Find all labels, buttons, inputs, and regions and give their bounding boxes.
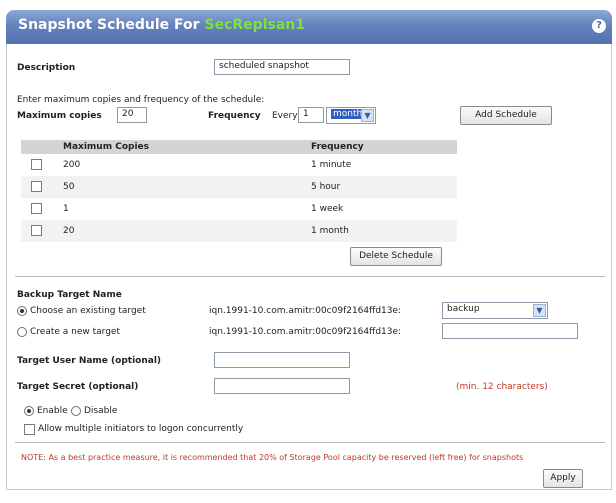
- section-divider: [15, 276, 605, 277]
- chevron-down-icon: ▼: [361, 109, 374, 122]
- disable-label: Disable: [84, 406, 118, 416]
- multi-initiator-label: Allow multiple initiators to logon concu…: [38, 424, 244, 434]
- target-user-input[interactable]: [214, 352, 350, 368]
- column-header-frequency: Frequency: [311, 142, 364, 152]
- schedule-instructions: Enter maximum copies and frequency of th…: [17, 95, 265, 105]
- row-frequency: 5 hour: [311, 182, 341, 192]
- backup-target-heading: Backup Target Name: [17, 290, 122, 300]
- disable-radio[interactable]: [71, 406, 81, 416]
- new-target-iqn: iqn.1991-10.com.amitr:00c09f2164ffd13e:: [209, 327, 402, 337]
- row-copies: 1: [63, 204, 69, 214]
- table-header: Maximum Copies Frequency: [21, 140, 457, 154]
- max-copies-label: Maximum copies: [17, 111, 102, 121]
- multi-initiator-checkbox[interactable]: [24, 424, 35, 435]
- row-checkbox[interactable]: [31, 159, 42, 170]
- existing-target-iqn: iqn.1991-10.com.amitr:00c09f2164ffd13e:: [209, 306, 402, 316]
- table-row: 50 5 hour: [21, 176, 457, 198]
- chevron-down-icon: ▼: [533, 304, 546, 317]
- frequency-unit-select[interactable]: month ▼: [326, 107, 376, 124]
- row-frequency: 1 week: [311, 204, 344, 214]
- existing-target-label: Choose an existing target: [30, 306, 146, 316]
- apply-button[interactable]: Apply: [543, 469, 583, 488]
- every-label: Every: [272, 111, 298, 121]
- target-user-label: Target User Name (optional): [17, 356, 162, 366]
- existing-target-radio[interactable]: [17, 306, 27, 316]
- dialog-title: Snapshot Schedule For SecReplsan1: [18, 17, 305, 33]
- column-header-max-copies: Maximum Copies: [63, 142, 149, 152]
- enable-label: Enable: [37, 406, 68, 416]
- row-frequency: 1 month: [311, 226, 349, 236]
- target-secret-label: Target Secret (optional): [17, 382, 139, 392]
- reservation-note: NOTE: As a best practice measure, it is …: [21, 453, 524, 462]
- row-checkbox[interactable]: [31, 203, 42, 214]
- description-input[interactable]: scheduled snapshot: [214, 59, 350, 75]
- table-row: 1 1 week: [21, 198, 457, 220]
- title-bar: Snapshot Schedule For SecReplsan1 ?: [6, 10, 612, 44]
- help-icon[interactable]: ?: [592, 19, 606, 33]
- new-target-radio[interactable]: [17, 327, 27, 337]
- target-secret-input[interactable]: [214, 378, 350, 394]
- snapshot-schedule-dialog: Snapshot Schedule For SecReplsan1 ? Descr…: [0, 0, 616, 503]
- new-target-label: Create a new target: [30, 327, 120, 337]
- existing-target-select[interactable]: backup ▼: [442, 302, 548, 319]
- title-prefix: Snapshot Schedule For: [18, 17, 200, 33]
- delete-schedule-button[interactable]: Delete Schedule: [350, 247, 442, 266]
- frequency-unit-value: month: [331, 109, 365, 119]
- row-copies: 50: [63, 182, 75, 192]
- row-checkbox[interactable]: [31, 225, 42, 236]
- row-copies: 200: [63, 160, 81, 170]
- frequency-label: Frequency: [208, 111, 261, 121]
- dialog-body: Description scheduled snapshot Enter max…: [6, 44, 612, 490]
- table-row: 200 1 minute: [21, 154, 457, 176]
- table-row: 20 1 month: [21, 220, 457, 242]
- row-frequency: 1 minute: [311, 160, 352, 170]
- new-target-input[interactable]: [442, 323, 578, 339]
- row-copies: 20: [63, 226, 75, 236]
- existing-target-value: backup: [447, 304, 480, 314]
- title-volume-name: SecReplsan1: [204, 17, 305, 33]
- every-input[interactable]: 1: [298, 107, 324, 123]
- description-label: Description: [17, 63, 76, 73]
- row-checkbox[interactable]: [31, 181, 42, 192]
- enable-radio[interactable]: [24, 406, 34, 416]
- secret-hint: (min. 12 characters): [456, 382, 548, 392]
- schedule-table: Maximum Copies Frequency 200 1 minute 50…: [21, 140, 457, 242]
- section-divider: [15, 442, 605, 443]
- add-schedule-button[interactable]: Add Schedule: [460, 106, 552, 125]
- max-copies-input[interactable]: 20: [117, 107, 147, 123]
